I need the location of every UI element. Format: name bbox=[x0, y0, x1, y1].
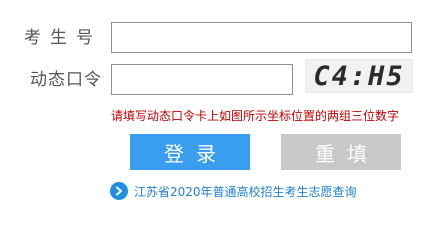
volunteer-query-link[interactable]: 江苏省2020年普通高校招生考生志愿查询 bbox=[110, 182, 357, 200]
volunteer-query-link-text: 江苏省2020年普通高校招生考生志愿查询 bbox=[134, 184, 357, 199]
dynamic-code-label: 动态口令 bbox=[30, 70, 102, 90]
captcha-image[interactable]: C4:H5 bbox=[305, 59, 413, 93]
reset-button[interactable]: 重填 bbox=[281, 134, 401, 170]
exam-number-label: 考生号 bbox=[24, 28, 102, 48]
dynamic-code-hint: 请填写动态口令卡上如图所示坐标位置的两组三位数字 bbox=[111, 109, 400, 123]
chevron-right-circle-icon bbox=[110, 182, 128, 200]
exam-number-input[interactable] bbox=[111, 22, 412, 53]
dynamic-code-input[interactable] bbox=[111, 64, 293, 95]
login-button[interactable]: 登录 bbox=[130, 134, 250, 170]
